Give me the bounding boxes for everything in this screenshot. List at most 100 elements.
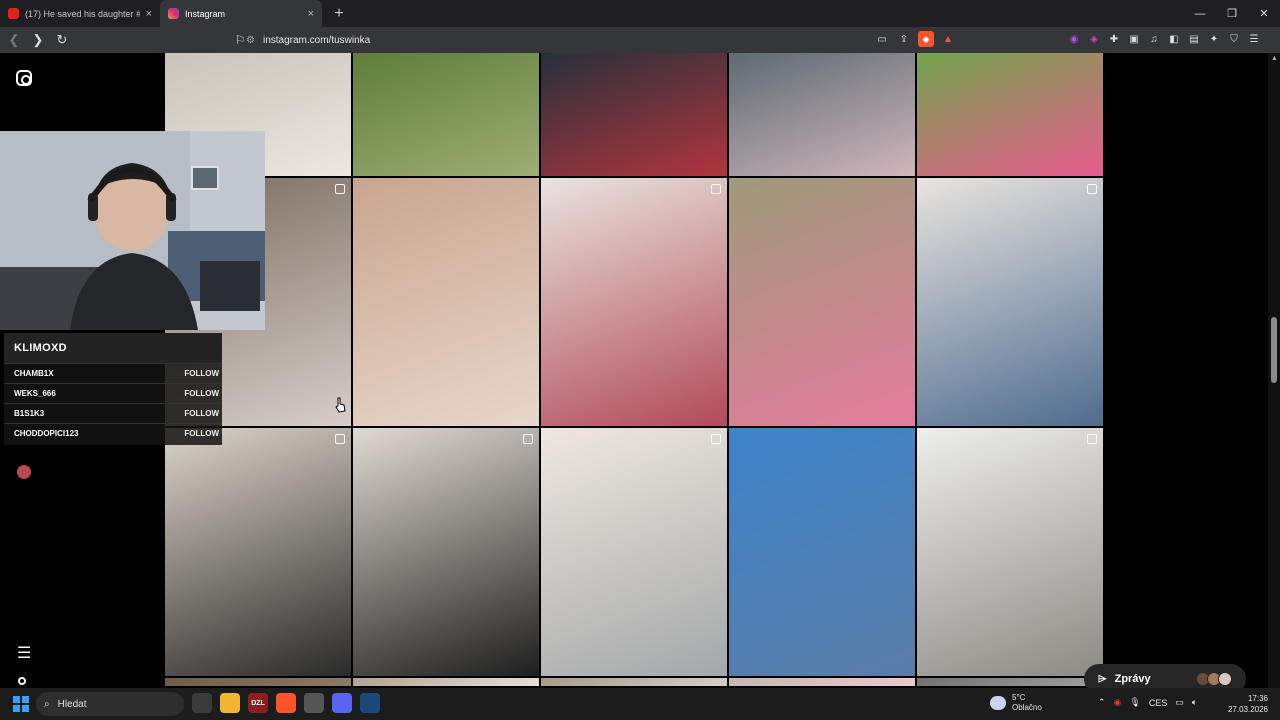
language-indicator[interactable]: CES	[1149, 698, 1168, 708]
back-icon[interactable]: ❮	[4, 30, 24, 50]
steam-icon[interactable]	[360, 693, 380, 713]
puzzle-icon[interactable]: ✚	[1106, 31, 1122, 47]
address-bar[interactable]: ⚙ instagram.com/tuswinka	[246, 30, 966, 50]
weather-widget[interactable]: 5°C Oblačno	[990, 693, 1042, 713]
network-icon[interactable]: ▭	[1175, 697, 1184, 708]
clock-time: 17:36	[1247, 694, 1268, 703]
post-thumbnail[interactable]	[353, 53, 539, 176]
vpn-icon[interactable]: ⛉	[1226, 31, 1242, 47]
extensions-area: ◉ ◈ ✚ ▣ ♫ ◧ ▤ ✦ ⛉ ☰	[1066, 31, 1262, 47]
taskbar-search[interactable]: ⌕ Hledat	[36, 692, 184, 716]
windows-start-icon[interactable]	[13, 696, 29, 712]
brave-browser-icon[interactable]	[276, 693, 296, 713]
stream-follower-panel: KLIMOXD CHAMB1X FOLLOW WEKS_666 FOLLOW B…	[4, 333, 222, 445]
leo-icon[interactable]: ✦	[1206, 31, 1222, 47]
tab-instagram[interactable]: Instagram ×	[160, 0, 322, 27]
avatar	[1218, 672, 1232, 686]
post-thumbnail[interactable]	[353, 678, 539, 686]
post-thumbnail[interactable]	[353, 178, 539, 426]
post-thumbnail[interactable]	[541, 428, 727, 676]
follow-label: FOLLOW	[184, 369, 219, 378]
brave-rewards-icon[interactable]: ▲	[940, 31, 956, 47]
window-controls: — ❐ ✕	[1184, 0, 1280, 27]
send-icon: ⌲	[1098, 672, 1107, 685]
system-tray: ⌃ ◉ 🎙︎ CES ▭ 🔈︎	[1098, 697, 1197, 708]
close-icon[interactable]: ✕	[1248, 0, 1280, 27]
post-thumbnail[interactable]	[917, 428, 1103, 676]
menu-icon[interactable]: ☰	[1246, 31, 1262, 47]
instagram-icon[interactable]	[16, 70, 32, 86]
file-explorer-icon[interactable]	[220, 693, 240, 713]
search-icon: ⌕	[44, 698, 50, 710]
share-icon[interactable]: ⇪	[896, 31, 912, 47]
dzl-app-icon[interactable]: DZL	[248, 693, 268, 713]
cloud-icon	[990, 696, 1006, 710]
cast-icon[interactable]: ▭	[874, 31, 890, 47]
menu-icon[interactable]: ☰	[17, 643, 31, 663]
post-thumbnail[interactable]	[729, 53, 915, 176]
post-thumbnail[interactable]	[917, 678, 1103, 686]
post-thumbnail[interactable]	[917, 53, 1103, 176]
search-placeholder: Hledat	[57, 698, 87, 710]
reload-icon[interactable]: ↻	[52, 30, 72, 50]
post-thumbnail[interactable]	[917, 178, 1103, 426]
music-icon[interactable]: ♫	[1146, 31, 1162, 47]
follower-row: WEKS_666 FOLLOW	[4, 383, 222, 403]
tab-youtube[interactable]: (17) He saved his daughter #shorts # ×	[0, 0, 160, 27]
carousel-icon	[335, 434, 345, 444]
taskbar-clock[interactable]: 17:36 27.03.2026	[1224, 693, 1268, 715]
minimize-icon[interactable]: —	[1184, 0, 1216, 27]
close-icon[interactable]: ×	[146, 8, 152, 20]
instagram-icon	[168, 8, 179, 19]
post-thumbnail[interactable]	[541, 53, 727, 176]
webcam-overlay	[0, 131, 265, 330]
post-thumbnail[interactable]	[729, 178, 915, 426]
post-thumbnail[interactable]	[165, 678, 351, 686]
profile-avatar[interactable]	[17, 465, 31, 479]
sidebar-icon[interactable]: ◧	[1166, 31, 1182, 47]
windows-taskbar: ⌕ Hledat DZL 5°C Oblačno ⌃ ◉ 🎙︎ CES ▭ 🔈︎…	[0, 688, 1280, 720]
messages-button[interactable]: ⌲ Zprávy	[1084, 664, 1246, 688]
webcam-image	[0, 131, 265, 330]
close-icon[interactable]: ×	[308, 8, 314, 20]
forward-icon[interactable]: ❯	[28, 30, 48, 50]
site-settings-icon[interactable]: ⚙	[246, 35, 255, 46]
volume-icon[interactable]: 🔈︎	[1192, 697, 1197, 708]
tab-title: (17) He saved his daughter #shorts #	[25, 8, 140, 19]
extension-icon[interactable]: ◉	[1066, 31, 1082, 47]
extension-icon[interactable]: ◈	[1086, 31, 1102, 47]
carousel-icon	[1087, 434, 1097, 444]
restore-icon[interactable]: ❐	[1216, 0, 1248, 27]
streamer-name: KLIMOXD	[4, 333, 222, 363]
post-thumbnail[interactable]	[165, 428, 351, 676]
post-thumbnail[interactable]	[729, 678, 915, 686]
chevron-up-icon[interactable]: ⌃	[1098, 697, 1106, 708]
follower-name: B1S1K3	[14, 409, 45, 418]
taskbar-apps: DZL	[192, 693, 380, 713]
more-icon[interactable]	[18, 677, 26, 685]
wallet-icon[interactable]: ▣	[1126, 31, 1142, 47]
page-scrollbar[interactable]: ▲	[1268, 53, 1280, 688]
brave-shields-icon[interactable]: ◆	[918, 31, 934, 47]
wallet-icon[interactable]: ▤	[1186, 31, 1202, 47]
follower-name: WEKS_666	[14, 389, 56, 398]
new-tab-button[interactable]: +	[328, 3, 350, 25]
task-view-icon[interactable]	[192, 693, 212, 713]
follow-label: FOLLOW	[184, 389, 219, 398]
carousel-icon	[523, 434, 533, 444]
carousel-icon	[335, 184, 345, 194]
youtube-icon	[8, 8, 19, 19]
app-circle-icon[interactable]	[304, 693, 324, 713]
tray-app-icon[interactable]: ◉	[1114, 697, 1122, 708]
clock-date: 27.03.2026	[1227, 705, 1268, 714]
microphone-icon[interactable]: 🎙︎	[1129, 697, 1140, 708]
post-thumbnail[interactable]	[729, 428, 915, 676]
post-thumbnail[interactable]	[541, 178, 727, 426]
scrollbar-thumb[interactable]	[1271, 317, 1277, 383]
post-thumbnail[interactable]	[353, 428, 539, 676]
discord-icon[interactable]	[332, 693, 352, 713]
url-text[interactable]: instagram.com/tuswinka	[263, 35, 370, 46]
scroll-up-icon[interactable]: ▲	[1271, 55, 1278, 62]
post-thumbnail[interactable]	[541, 678, 727, 686]
browser-tab-bar: (17) He saved his daughter #shorts # × I…	[0, 0, 1280, 27]
